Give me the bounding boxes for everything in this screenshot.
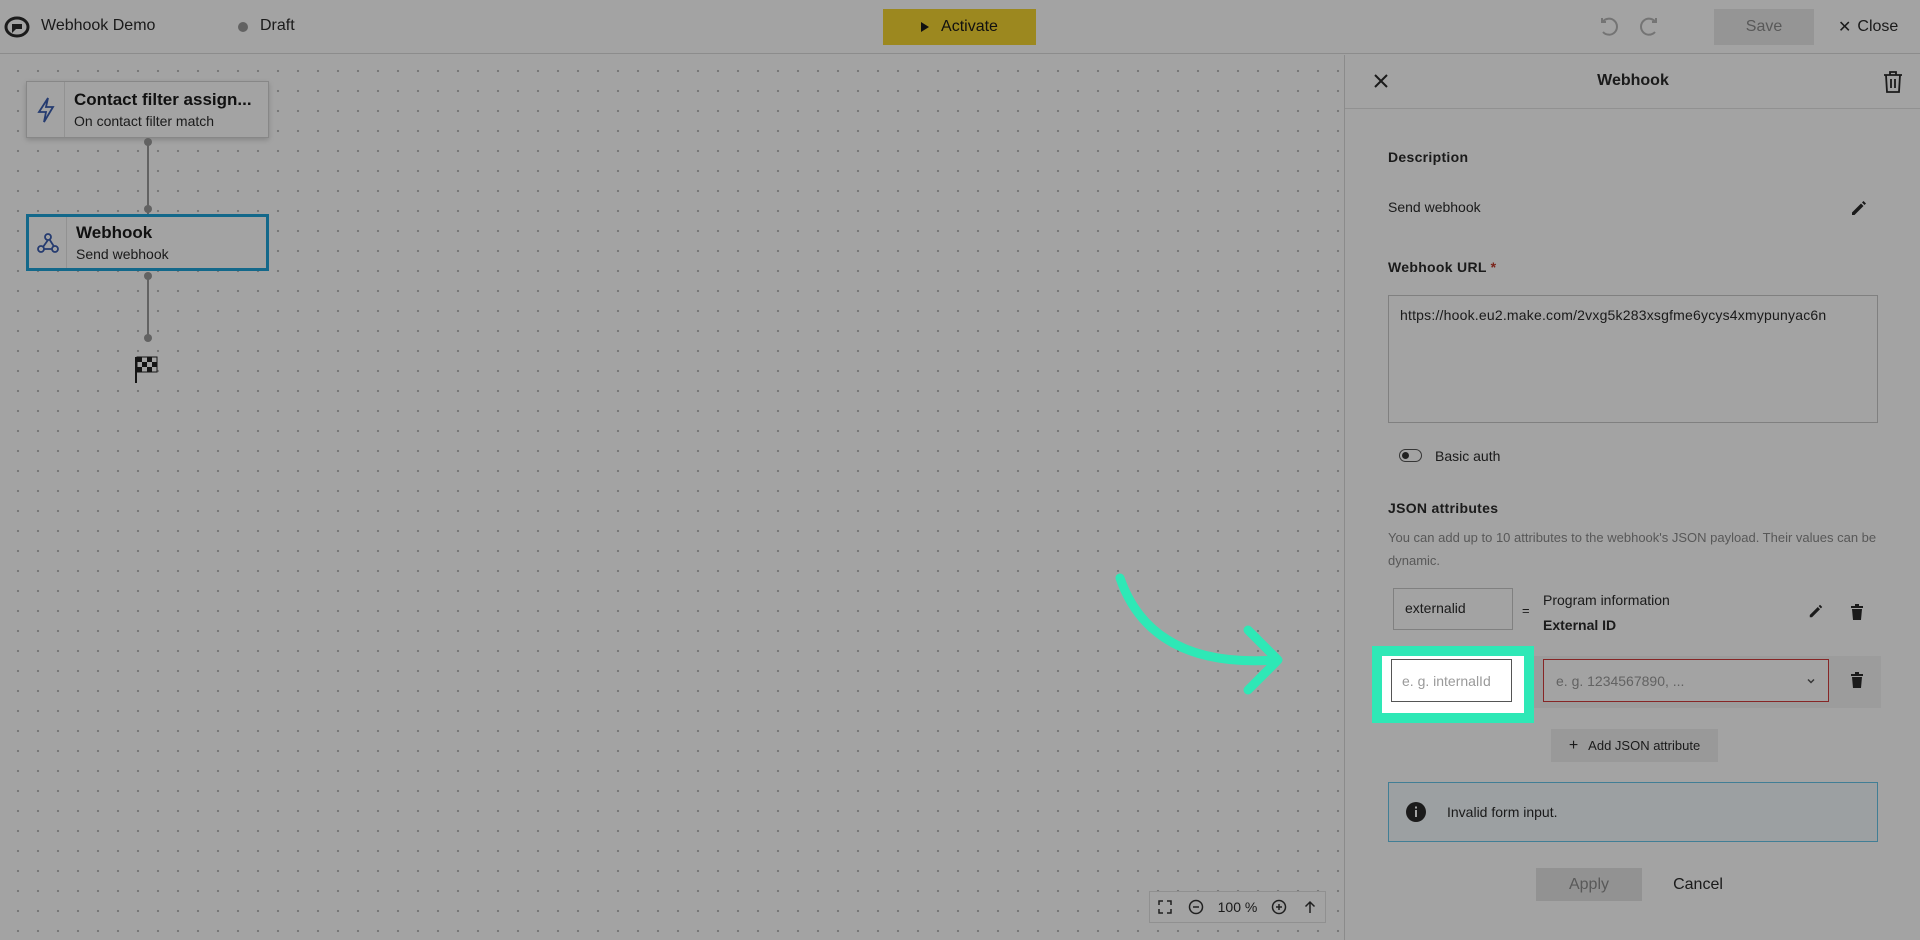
attribute-key-input[interactable] xyxy=(1391,659,1512,702)
zoom-controls: 100 % xyxy=(1149,891,1326,923)
error-alert: Invalid form input. xyxy=(1388,782,1878,842)
node-subtitle: Send webhook xyxy=(76,246,169,262)
webhook-icon xyxy=(36,232,59,253)
add-attribute-label: Add JSON attribute xyxy=(1588,738,1701,753)
connector-dot xyxy=(144,272,152,280)
webhook-url-label: Webhook URL * xyxy=(1388,259,1497,275)
trigger-node[interactable]: Contact filter assign... On contact filt… xyxy=(26,81,269,138)
logo-icon xyxy=(4,16,30,38)
basic-auth-label: Basic auth xyxy=(1435,448,1501,464)
plus-icon: + xyxy=(1568,736,1579,754)
attribute-value-group: Program information xyxy=(1543,592,1670,608)
zoom-level: 100 % xyxy=(1217,899,1258,915)
zoom-out-icon[interactable] xyxy=(1187,898,1205,916)
json-attributes-label: JSON attributes xyxy=(1388,500,1499,516)
webhook-url-field[interactable]: https://hook.eu2.make.com/2vxg5k283xsgfm… xyxy=(1388,295,1878,423)
play-icon xyxy=(921,22,930,32)
panel-header: Webhook xyxy=(1345,55,1920,109)
equals-sign: = xyxy=(1522,603,1530,618)
attribute-value-select[interactable]: e. g. 1234567890, ... xyxy=(1543,659,1829,702)
connector-line xyxy=(147,139,149,215)
connector-dot xyxy=(144,334,152,342)
basic-auth-toggle[interactable] xyxy=(1399,449,1422,462)
trash-icon[interactable] xyxy=(1850,672,1864,688)
panel-title: Webhook xyxy=(1597,72,1669,89)
connector-dot xyxy=(144,138,152,146)
cancel-button[interactable]: Cancel xyxy=(1663,868,1733,901)
webhook-node[interactable]: Webhook Send webhook xyxy=(26,214,269,271)
value-placeholder: e. g. 1234567890, ... xyxy=(1556,672,1685,689)
edit-icon[interactable] xyxy=(1850,199,1868,217)
connector-dot xyxy=(144,205,152,213)
close-icon: ✕ xyxy=(1838,19,1852,36)
close-label: Close xyxy=(1857,18,1899,35)
apply-button[interactable]: Apply xyxy=(1536,868,1642,901)
node-title: Contact filter assign... xyxy=(74,90,252,109)
zoom-in-icon[interactable] xyxy=(1270,898,1288,916)
app-title: Webhook Demo xyxy=(41,17,156,34)
workflow-canvas[interactable]: Contact filter assign... On contact filt… xyxy=(0,55,1344,940)
trash-icon[interactable] xyxy=(1850,604,1864,620)
attribute-value-field: External ID xyxy=(1543,617,1617,633)
status-dot-icon xyxy=(238,22,248,32)
lightning-icon xyxy=(36,97,55,122)
alert-text: Invalid form input. xyxy=(1447,804,1558,820)
chevron-down-icon xyxy=(1807,678,1815,684)
connector-line xyxy=(147,273,149,337)
status-label: Draft xyxy=(260,17,295,34)
edit-icon[interactable] xyxy=(1808,603,1824,619)
save-button[interactable]: Save xyxy=(1714,9,1814,45)
close-button[interactable]: ✕ Close xyxy=(1838,15,1898,39)
node-subtitle: On contact filter match xyxy=(74,113,215,129)
redo-icon[interactable] xyxy=(1637,15,1661,39)
activate-button[interactable]: Activate xyxy=(883,9,1036,45)
node-title: Webhook xyxy=(76,223,153,242)
fullscreen-icon[interactable] xyxy=(1156,898,1174,916)
arrow-up-icon[interactable] xyxy=(1301,898,1319,916)
activate-label: Activate xyxy=(941,18,998,35)
required-marker: * xyxy=(1490,259,1497,275)
checkered-flag-icon xyxy=(135,356,158,383)
description-value: Send webhook xyxy=(1388,199,1481,215)
info-icon xyxy=(1406,802,1426,822)
trash-icon[interactable] xyxy=(1882,70,1904,94)
webhook-panel: Webhook Description Send webhook Webhook… xyxy=(1344,55,1920,940)
json-help-text: You can add up to 10 attributes to the w… xyxy=(1388,530,1877,568)
add-json-attribute-button[interactable]: + Add JSON attribute xyxy=(1551,729,1718,762)
attribute-key-field[interactable]: externalid xyxy=(1393,588,1513,630)
description-label: Description xyxy=(1388,149,1469,165)
undo-icon[interactable] xyxy=(1597,15,1621,39)
top-bar: Webhook Demo Draft Activate Save ✕ Close xyxy=(0,0,1920,54)
